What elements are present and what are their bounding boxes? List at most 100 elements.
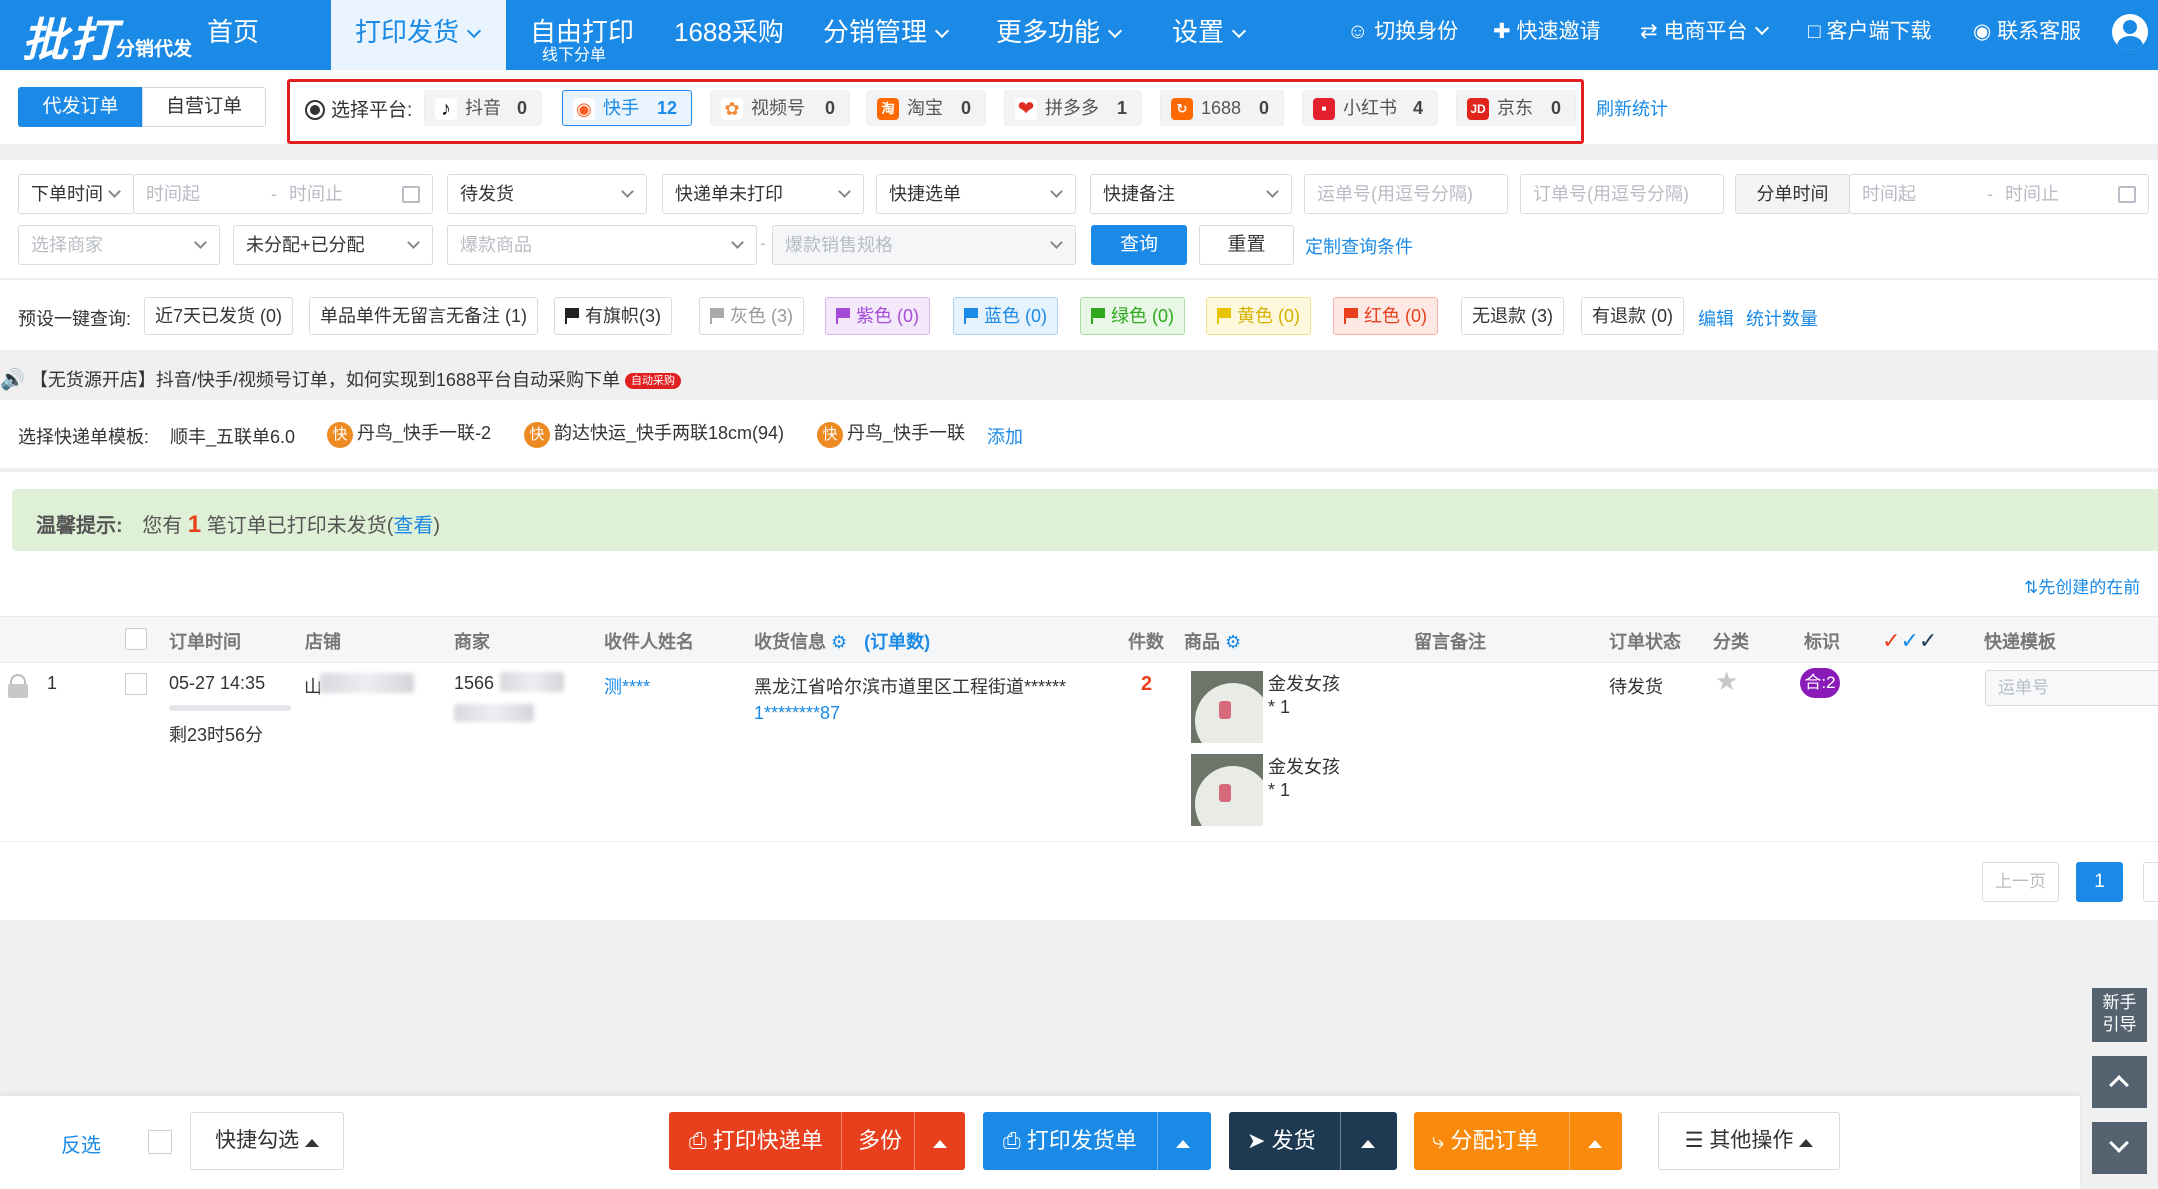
reset-button[interactable]: 重置 — [1199, 225, 1294, 265]
chevron-down-icon — [1050, 236, 1063, 249]
platform-shipinhao[interactable]: ✿ 视频号 0 — [710, 90, 850, 126]
status-select[interactable]: 待发货 — [447, 174, 647, 214]
ship-button[interactable]: ➤ 发货 — [1247, 1112, 1316, 1170]
ship-menu[interactable] — [1361, 1112, 1375, 1170]
goods-image[interactable] — [1191, 754, 1263, 826]
nav-distribution[interactable]: 分销管理 — [823, 0, 950, 70]
platform-douyin[interactable]: ♪ 抖音 0 — [424, 90, 542, 126]
presets-stat-link[interactable]: 统计数量 — [1746, 305, 1818, 331]
order-time-select[interactable]: 下单时间 — [18, 174, 134, 214]
template-dn-ks-2[interactable]: 快丹鸟_快手一联-2 — [327, 419, 491, 448]
goods-settings-icon[interactable]: ⚙ — [1225, 632, 1241, 652]
preset-purple[interactable]: 紫色 (0) — [825, 297, 930, 335]
platform-selector[interactable]: 选择平台: — [305, 95, 412, 122]
refresh-stats-link[interactable]: 刷新统计 — [1596, 95, 1668, 121]
star-icon[interactable]: ★ — [1715, 666, 1738, 697]
preset-no-refund[interactable]: 无退款 (3) — [1461, 297, 1564, 335]
template-add-link[interactable]: 添加 — [987, 423, 1023, 449]
platform-pinduoduo[interactable]: ❤ 拼多多 1 — [1004, 90, 1142, 126]
multi-copy-button[interactable]: 多份 — [858, 1112, 902, 1170]
client-download-button[interactable]: □ 客户端下载 — [1808, 0, 1932, 64]
preset-green[interactable]: 绿色 (0) — [1080, 297, 1185, 335]
beginner-guide-button[interactable]: 新手引导 — [2092, 988, 2147, 1042]
print-invoice-menu[interactable] — [1176, 1112, 1190, 1170]
preset-has-flag[interactable]: 有旗帜(3) — [554, 297, 672, 335]
hot-goods-select[interactable]: 爆款商品 — [447, 225, 757, 265]
select-all-checkbox[interactable] — [125, 628, 147, 650]
quick-remark-dropdown[interactable]: 快捷备注 — [1090, 174, 1292, 214]
express-print-select[interactable]: 快递单未打印 — [662, 174, 864, 214]
print-invoice-button[interactable]: ⎙ 打印发货单 — [1003, 1112, 1137, 1170]
switch-identity-button[interactable]: ☺ 切换身份 — [1347, 0, 1458, 64]
tab-self-orders[interactable]: 自营订单 — [142, 87, 266, 127]
template-dn-ks[interactable]: 快丹鸟_快手一联 — [817, 419, 965, 448]
print-express-menu[interactable] — [933, 1112, 947, 1170]
platform-taobao[interactable]: 淘 淘宝 0 — [866, 90, 986, 126]
preset-blue[interactable]: 蓝色 (0) — [953, 297, 1058, 335]
page-1-button[interactable]: 1 — [2076, 862, 2123, 902]
nav-home[interactable]: 首页 — [188, 0, 278, 70]
sort-order-link[interactable]: ⇅先创建的在前 — [2024, 573, 2140, 598]
row-checkbox[interactable] — [125, 673, 147, 695]
next-page-button[interactable] — [2143, 862, 2158, 902]
other-actions-button[interactable]: ☰ 其他操作 — [1658, 1112, 1840, 1170]
assign-order-button[interactable]: ⤷ 分配订单 — [1432, 1112, 1538, 1170]
presets-edit-link[interactable]: 编辑 — [1698, 305, 1734, 331]
preset-single-no-remark[interactable]: 单品单件无留言无备注 (1) — [309, 297, 538, 335]
query-button[interactable]: 查询 — [1091, 225, 1187, 265]
waybill-input-row[interactable]: 运单号 — [1985, 670, 2158, 706]
preset-red[interactable]: 红色 (0) — [1333, 297, 1438, 335]
nav-settings[interactable]: 设置 — [1172, 0, 1247, 70]
split-start-input[interactable]: 时间起 — [1862, 184, 1916, 204]
quick-check-button[interactable]: 快捷勾选 — [190, 1112, 344, 1170]
scroll-top-button[interactable] — [2092, 1056, 2147, 1108]
prev-page-button[interactable]: 上一页 — [1982, 862, 2059, 902]
time-start-input[interactable]: 时间起 — [146, 184, 200, 204]
assign-order-menu[interactable] — [1588, 1112, 1602, 1170]
platform-1688[interactable]: ↻ 1688 0 — [1160, 90, 1284, 126]
row-receiver[interactable]: 测**** — [604, 673, 650, 699]
print-express-button[interactable]: ⎙ 打印快递单 — [689, 1112, 823, 1170]
scroll-bottom-button[interactable] — [2092, 1122, 2147, 1174]
preset-has-refund[interactable]: 有退款 (0) — [1581, 297, 1684, 335]
split-time-range[interactable]: 时间起 - 时间止 — [1849, 174, 2149, 214]
hot-spec-select[interactable]: 爆款销售规格 — [772, 225, 1076, 265]
address-settings-icon[interactable]: ⚙ — [831, 632, 847, 652]
nav-free-print[interactable]: 自由打印 线下分单 — [530, 0, 634, 70]
bottom-select-checkbox[interactable] — [148, 1130, 172, 1154]
preset-gray[interactable]: 灰色 (3) — [699, 297, 804, 335]
quick-select-dropdown[interactable]: 快捷选单 — [876, 174, 1076, 214]
contact-support-button[interactable]: ◉ 联系客服 — [1973, 0, 2081, 64]
nav-more[interactable]: 更多功能 — [996, 0, 1123, 70]
avatar[interactable] — [2112, 14, 2148, 50]
template-yd[interactable]: 快韵达快运_快手两联18cm(94) — [524, 419, 784, 448]
template-sf[interactable]: 顺丰_五联单6.0 — [170, 423, 295, 449]
nav-print-ship[interactable]: 打印发货 — [331, 0, 506, 70]
preset-yellow[interactable]: 黄色 (0) — [1206, 297, 1311, 335]
goods-image[interactable] — [1191, 671, 1263, 743]
custom-query-link[interactable]: 定制查询条件 — [1305, 233, 1413, 259]
notice-view-link[interactable]: 查看 — [393, 515, 433, 537]
preset-7days-shipped[interactable]: 近7天已发货 (0) — [144, 297, 294, 335]
announcement[interactable]: 🔊 【无货源开店】抖音/快手/视频号订单，如何实现到1688平台自动采购下单 自… — [0, 366, 681, 392]
split-end-input[interactable]: 时间止 — [2005, 175, 2059, 213]
time-end-input[interactable]: 时间止 — [289, 175, 343, 213]
ecommerce-platform-button[interactable]: ⇄ 电商平台 — [1640, 0, 1770, 64]
order-time-range[interactable]: 时间起 - 时间止 — [133, 174, 433, 214]
th-merchant: 商家 — [454, 632, 490, 652]
platform-jd[interactable]: JD 京东 0 — [1456, 90, 1576, 126]
quick-invite-button[interactable]: ✚ 快速邀请 — [1493, 0, 1600, 64]
invert-selection-link[interactable]: 反选 — [61, 1129, 101, 1158]
app-logo[interactable]: 批打 分销代发 — [22, 4, 192, 67]
th-order-count[interactable]: (订单数) — [864, 632, 930, 652]
merchant-select[interactable]: 选择商家 — [18, 225, 220, 265]
tab-proxy-orders[interactable]: 代发订单 — [18, 87, 143, 127]
platform-xiaohongshu[interactable]: ■ 小红书 4 — [1302, 90, 1438, 126]
assign-select[interactable]: 未分配+已分配 — [233, 225, 433, 265]
waybill-input[interactable]: 运单号(用逗号分隔) — [1304, 174, 1508, 214]
order-no-input[interactable]: 订单号(用逗号分隔) — [1520, 174, 1724, 214]
check-marks[interactable]: ✓✓✓ — [1882, 628, 1937, 654]
nav-1688-purchase[interactable]: 1688采购 — [674, 0, 784, 70]
platform-kuaishou[interactable]: ◉ 快手 12 — [562, 90, 692, 126]
row-phone[interactable]: 1********87 — [754, 703, 840, 724]
